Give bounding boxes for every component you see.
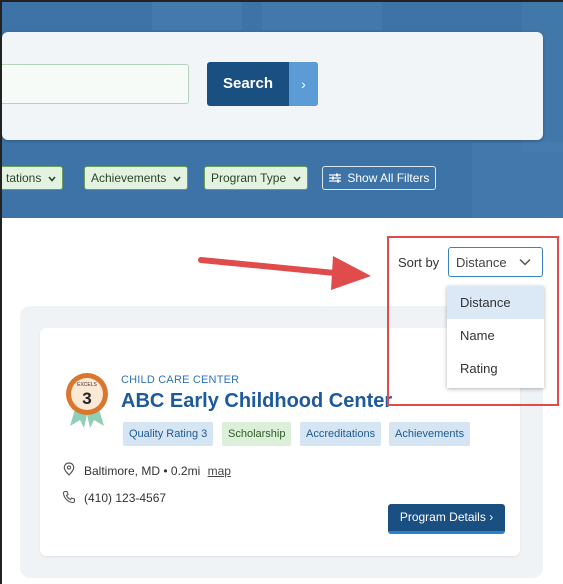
location-distance: 0.2mi bbox=[170, 464, 201, 478]
program-location: Baltimore, MD • 0.2mi map bbox=[84, 464, 231, 478]
chevron-down-icon bbox=[292, 176, 301, 182]
show-all-filters-button[interactable]: Show All Filters bbox=[322, 166, 437, 190]
search-hero: Search › tations Achievements Program Ty… bbox=[2, 2, 563, 218]
filter-achievements-label: Achievements bbox=[91, 171, 167, 185]
badge-label: EXCELS bbox=[77, 382, 97, 388]
tag-achievements: Achievements bbox=[389, 422, 471, 446]
filter-program-type[interactable]: Program Type bbox=[204, 166, 308, 190]
screenshot-frame-top bbox=[0, 0, 563, 2]
sliders-icon bbox=[329, 173, 341, 183]
show-all-filters-label: Show All Filters bbox=[347, 171, 430, 185]
program-details-label: Program Details bbox=[399, 510, 486, 524]
tag-quality-rating: Quality Rating 3 bbox=[123, 422, 214, 446]
search-input[interactable] bbox=[2, 64, 189, 104]
rating-badge-icon: EXCELS 3 bbox=[66, 373, 108, 428]
chevron-right-icon: › bbox=[489, 510, 494, 524]
search-button[interactable]: Search › bbox=[207, 62, 318, 106]
program-name-link[interactable]: ABC Early Childhood Center bbox=[121, 390, 392, 413]
filter-accreditations-label: tations bbox=[6, 171, 42, 185]
program-phone: (410) 123-4567 bbox=[84, 491, 167, 505]
chevron-down-icon bbox=[48, 176, 56, 182]
badge-number: 3 bbox=[82, 389, 91, 408]
program-details-button[interactable]: Program Details › bbox=[388, 504, 505, 534]
tag-accreditations: Accreditations bbox=[300, 422, 382, 446]
chevron-right-icon: › bbox=[289, 62, 318, 106]
search-panel: Search › bbox=[2, 32, 543, 140]
filter-achievements[interactable]: Achievements bbox=[84, 166, 188, 190]
filter-accreditations[interactable]: tations bbox=[2, 166, 63, 190]
map-link[interactable]: map bbox=[208, 464, 231, 478]
filter-program-type-label: Program Type bbox=[211, 171, 287, 185]
search-button-label: Search bbox=[222, 75, 274, 92]
annotation-arrow-icon bbox=[198, 256, 371, 290]
chevron-down-icon bbox=[173, 176, 181, 182]
annotation-highlight-box bbox=[387, 236, 559, 406]
screenshot-frame-left bbox=[0, 0, 2, 584]
location-separator: • bbox=[163, 464, 168, 478]
location-city: Baltimore, MD bbox=[84, 464, 161, 478]
tag-scholarship: Scholarship bbox=[222, 422, 292, 446]
program-type-label: CHILD CARE CENTER bbox=[121, 374, 240, 386]
phone-icon bbox=[62, 490, 76, 504]
location-pin-icon bbox=[63, 462, 75, 476]
